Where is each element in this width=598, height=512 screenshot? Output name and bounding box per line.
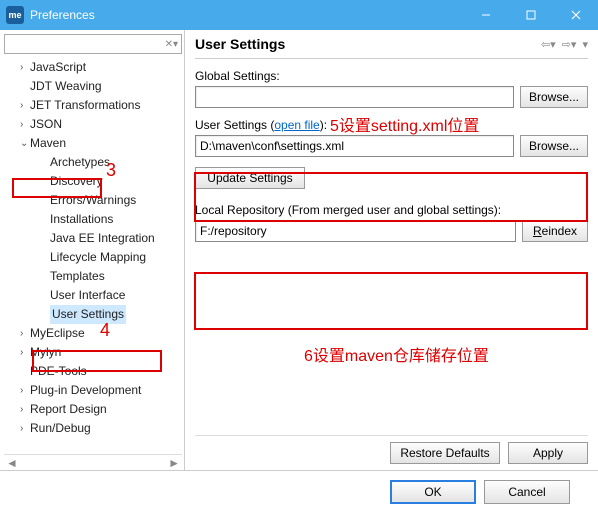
restore-defaults-button[interactable]: Restore Defaults xyxy=(390,442,500,464)
filter-input[interactable]: ✕▾ xyxy=(4,34,182,54)
tree-item-label: Templates xyxy=(50,267,105,286)
maximize-button[interactable] xyxy=(508,0,553,30)
tree-item-label: MyEclipse xyxy=(30,324,85,343)
app-icon: me xyxy=(6,6,24,24)
tree-item-json[interactable]: ›JSON xyxy=(6,115,182,134)
tree-item-jet-transformations[interactable]: ›JET Transformations xyxy=(6,96,182,115)
chevron-right-icon: › xyxy=(20,419,30,438)
user-settings-label: User Settings (open file): xyxy=(195,118,588,132)
tree-item-archetypes[interactable]: Archetypes xyxy=(6,153,182,172)
browse-user-button[interactable]: Browse... xyxy=(520,135,588,157)
chevron-right-icon: › xyxy=(20,58,30,77)
chevron-right-icon: › xyxy=(20,381,30,400)
tree-item-maven[interactable]: ⌄Maven xyxy=(6,134,182,153)
cancel-button[interactable]: Cancel xyxy=(484,480,570,504)
tree-item-label: Plug-in Development xyxy=(30,381,141,400)
update-settings-button[interactable]: Update Settings xyxy=(195,167,305,189)
minimize-icon xyxy=(481,10,491,20)
window-title: Preferences xyxy=(30,8,463,22)
tree-item-label: PDE-Tools xyxy=(30,362,87,381)
global-settings-input[interactable] xyxy=(195,86,514,108)
tree-item-label: Java EE Integration xyxy=(50,229,155,248)
chevron-right-icon: › xyxy=(20,400,30,419)
scroll-right-icon[interactable]: ► xyxy=(168,456,180,470)
clear-filter-icon[interactable]: ✕▾ xyxy=(165,39,178,50)
tree-item-label: Run/Debug xyxy=(30,419,91,438)
user-settings-input[interactable] xyxy=(195,135,514,157)
dialog-footer: OK Cancel xyxy=(0,470,598,512)
tree-item-myeclipse[interactable]: ›MyEclipse xyxy=(6,324,182,343)
tree-item-user-interface[interactable]: User Interface xyxy=(6,286,182,305)
chevron-right-icon: › xyxy=(20,324,30,343)
tree-item-templates[interactable]: Templates xyxy=(6,267,182,286)
tree-item-mylyn[interactable]: ›Mylyn xyxy=(6,343,182,362)
tree-item-user-settings[interactable]: User Settings xyxy=(6,305,182,324)
close-button[interactable] xyxy=(553,0,598,30)
page-title: User Settings xyxy=(195,36,541,52)
local-repository-label: Local Repository (From merged user and g… xyxy=(195,203,588,217)
tree-item-plug-in-development[interactable]: ›Plug-in Development xyxy=(6,381,182,400)
tree-item-report-design[interactable]: ›Report Design xyxy=(6,400,182,419)
user-settings-label-suffix: ): xyxy=(320,118,327,132)
chevron-right-icon: › xyxy=(20,115,30,134)
tree-item-label: Installations xyxy=(50,210,113,229)
tree-item-label: JavaScript xyxy=(30,58,86,77)
sidebar: ✕▾ ›JavaScriptJDT Weaving›JET Transforma… xyxy=(0,30,185,470)
chevron-right-icon: › xyxy=(20,343,30,362)
ok-button[interactable]: OK xyxy=(390,480,476,504)
reindex-button[interactable]: Reindex xyxy=(522,220,588,242)
tree-item-installations[interactable]: Installations xyxy=(6,210,182,229)
window-titlebar: me Preferences xyxy=(0,0,598,30)
local-repository-input[interactable] xyxy=(195,220,516,242)
tree-item-label: Discovery xyxy=(50,172,103,191)
preferences-tree[interactable]: ›JavaScriptJDT Weaving›JET Transformatio… xyxy=(4,58,182,454)
global-settings-label: Global Settings: xyxy=(195,69,588,83)
tree-item-label: JDT Weaving xyxy=(30,77,102,96)
nav-menu-button[interactable]: ▾ xyxy=(582,38,588,51)
chevron-right-icon: › xyxy=(20,96,30,115)
tree-item-label: Report Design xyxy=(30,400,107,419)
nav-back-button[interactable]: ⇦▾ xyxy=(541,38,556,51)
tree-item-label: Archetypes xyxy=(50,153,110,172)
user-settings-label-prefix: User Settings ( xyxy=(195,118,274,132)
open-file-link[interactable]: open file xyxy=(274,118,319,132)
tree-item-run-debug[interactable]: ›Run/Debug xyxy=(6,419,182,438)
tree-item-label: User Settings xyxy=(50,305,126,324)
tree-item-discovery[interactable]: Discovery xyxy=(6,172,182,191)
maximize-icon xyxy=(526,10,536,20)
tree-item-label: Lifecycle Mapping xyxy=(50,248,146,267)
apply-button[interactable]: Apply xyxy=(508,442,588,464)
page-nav: ⇦▾ ⇨▾ ▾ xyxy=(541,38,588,51)
tree-item-label: Errors/Warnings xyxy=(50,191,136,210)
tree-item-label: Maven xyxy=(30,134,66,153)
main-panel: User Settings ⇦▾ ⇨▾ ▾ Global Settings: B… xyxy=(185,30,598,470)
tree-item-label: User Interface xyxy=(50,286,125,305)
close-icon xyxy=(571,10,581,20)
tree-item-errors-warnings[interactable]: Errors/Warnings xyxy=(6,191,182,210)
tree-item-javascript[interactable]: ›JavaScript xyxy=(6,58,182,77)
tree-item-java-ee-integration[interactable]: Java EE Integration xyxy=(6,229,182,248)
tree-item-label: JSON xyxy=(30,115,62,134)
horizontal-scrollbar[interactable]: ◄ ► xyxy=(4,454,182,470)
minimize-button[interactable] xyxy=(463,0,508,30)
tree-item-label: Mylyn xyxy=(30,343,61,362)
tree-item-pde-tools[interactable]: PDE-Tools xyxy=(6,362,182,381)
tree-item-lifecycle-mapping[interactable]: Lifecycle Mapping xyxy=(6,248,182,267)
tree-item-label: JET Transformations xyxy=(30,96,140,115)
tree-item-jdt-weaving[interactable]: JDT Weaving xyxy=(6,77,182,96)
scroll-left-icon[interactable]: ◄ xyxy=(6,456,18,470)
browse-global-button[interactable]: Browse... xyxy=(520,86,588,108)
chevron-down-icon: ⌄ xyxy=(20,134,30,153)
nav-forward-button[interactable]: ⇨▾ xyxy=(562,38,577,51)
